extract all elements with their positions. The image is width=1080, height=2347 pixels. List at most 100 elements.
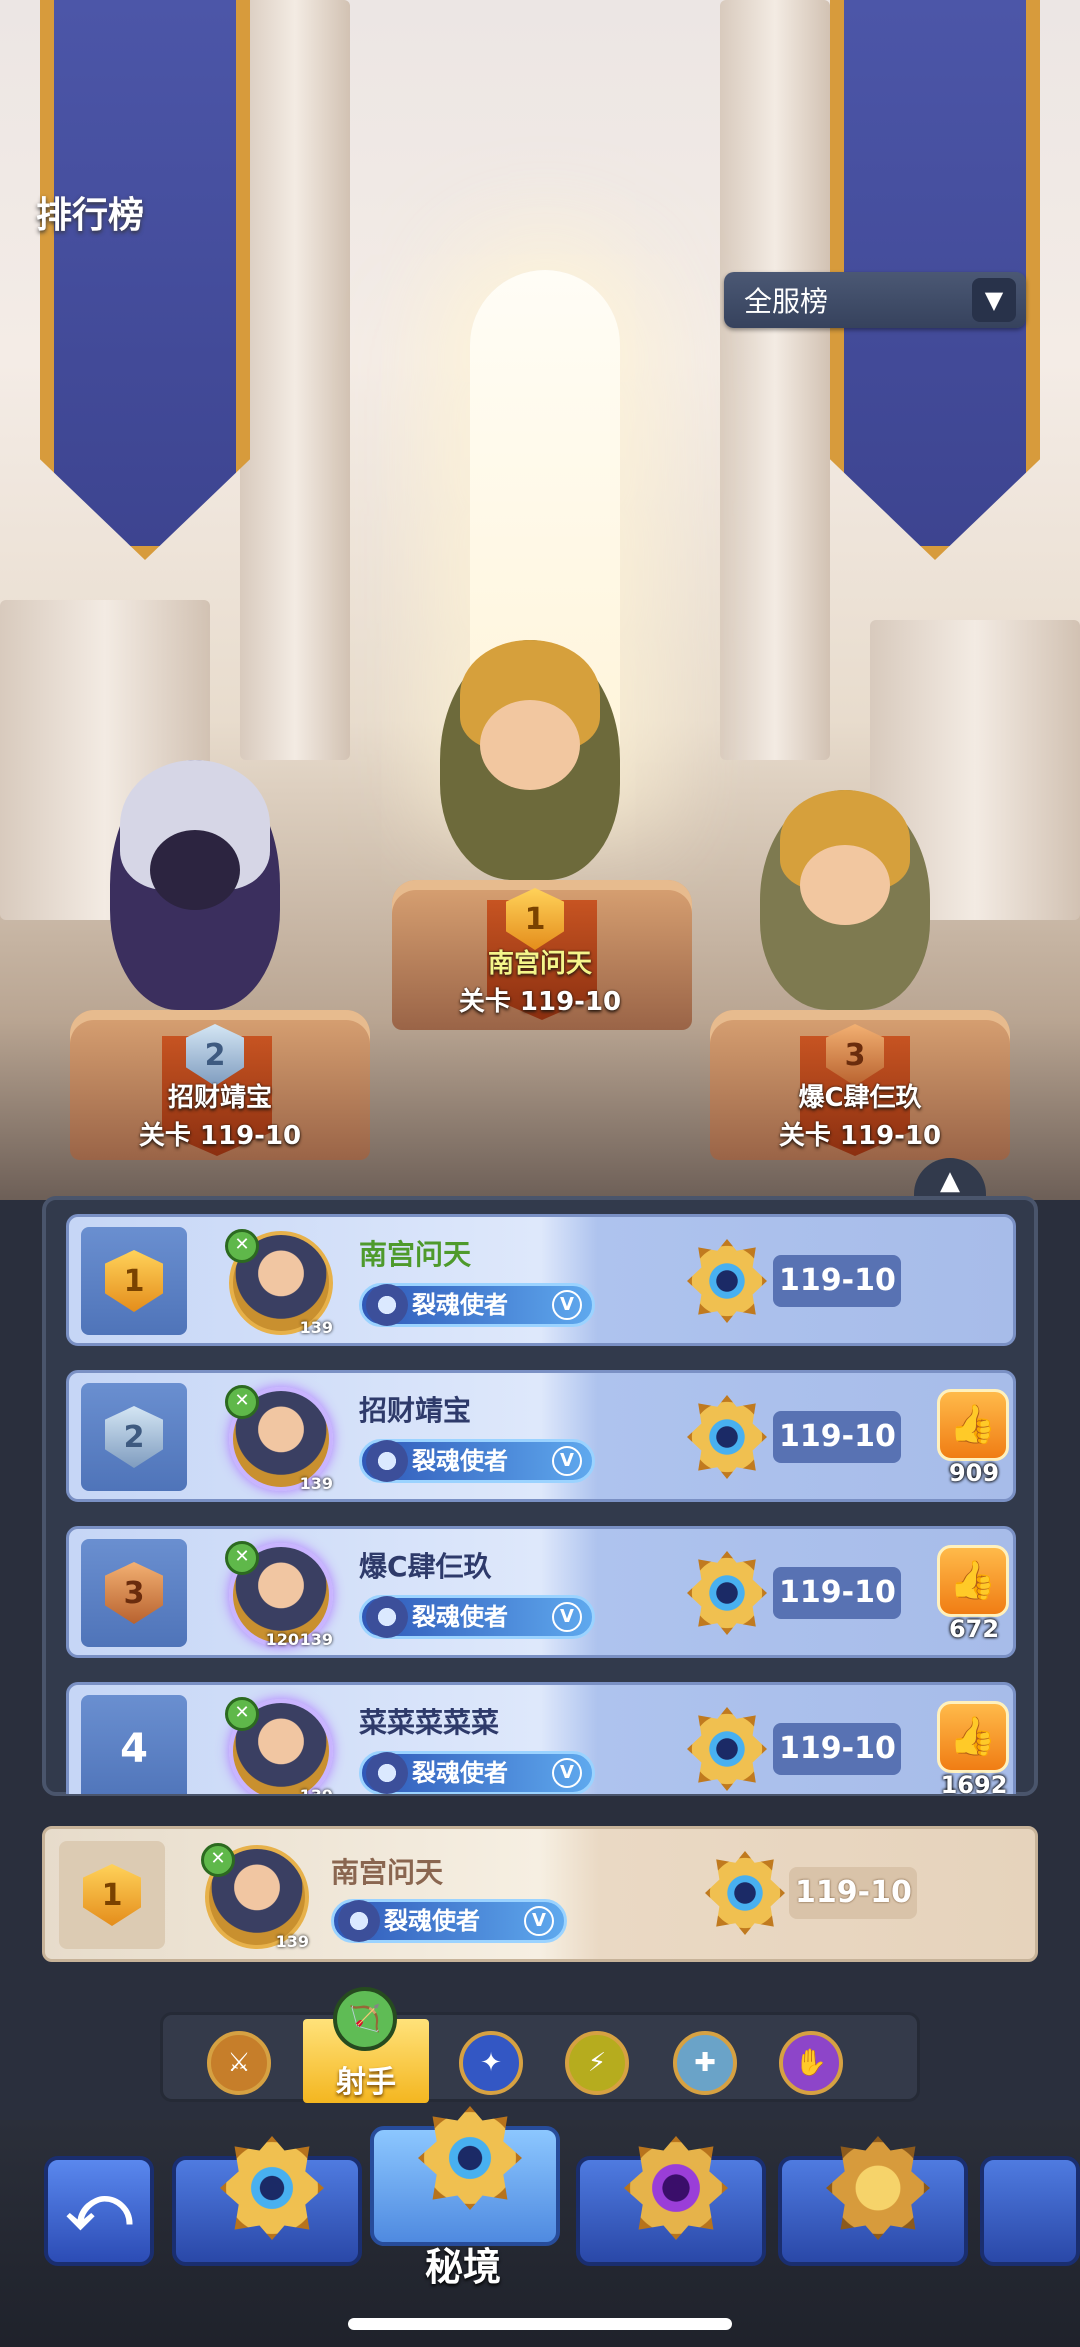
banner-left <box>40 0 250 560</box>
ranking-row[interactable]: 4 ✕ 139 菜菜菜菜菜 裂魂使者V 119-10 👍 1692 <box>66 1682 1016 1794</box>
rank-cell: 2 <box>81 1383 187 1491</box>
wing-emblem-icon <box>366 1284 408 1326</box>
player-level: 139 <box>299 1318 333 1337</box>
player-title-badge: 裂魂使者 V <box>359 1283 595 1327</box>
home-indicator[interactable] <box>348 2318 732 2330</box>
rank-number: 4 <box>120 1726 148 1772</box>
stage-emblem-icon <box>687 1395 767 1479</box>
page-title: 排行榜 <box>36 195 145 236</box>
player-title-badge: 裂魂使者 V <box>359 1595 595 1639</box>
player-name: 南宫问天 <box>331 1856 444 1889</box>
podium-first-name: 南宫问天 <box>487 949 592 979</box>
like-count: 1692 <box>940 1771 1008 1794</box>
avatar[interactable]: ✕ 139 <box>225 1229 333 1337</box>
stage-emblem-icon <box>705 1851 785 1935</box>
tier-badge: V <box>552 1446 582 1476</box>
player-title-badge: 裂魂使者 V <box>359 1439 595 1483</box>
stage-progress: 119-10 <box>789 1867 917 1919</box>
rank-3-medal: 3 <box>105 1562 163 1624</box>
player-level: 139 <box>299 1630 333 1649</box>
class-selected-label: 射手 <box>336 2065 396 2100</box>
server-scope-label: 全服榜 <box>744 285 829 318</box>
player-level: 139 <box>299 1474 333 1493</box>
ranking-row[interactable]: 2 ✕ 139 招财靖宝 裂魂使者 V 119-10 👍 909 <box>66 1370 1016 1502</box>
nav-more-tab[interactable] <box>980 2156 1080 2266</box>
stage-progress: 119-10 <box>773 1567 901 1619</box>
podium-third-name: 爆C肆仨玖 <box>798 1083 922 1113</box>
thumbs-up-icon[interactable]: 👍 <box>937 1701 1009 1773</box>
nav-secret-realm-tab[interactable] <box>370 2106 560 2246</box>
podium-third-stage: 关卡 119-10 <box>778 1121 942 1151</box>
jade-badge-icon: ✕ <box>225 1697 259 1731</box>
archer-icon[interactable]: 🏹 <box>333 1987 397 2051</box>
bottom-nav <box>0 2106 1080 2347</box>
nav-active-label: 秘境 <box>424 2245 501 2289</box>
ranking-row[interactable]: 3 ✕ 120 139 爆C肆仨玖 裂魂使者 V 119-10 👍 672 <box>66 1526 1016 1658</box>
summoner-icon[interactable]: ✋ <box>779 2031 843 2095</box>
stage-progress: 119-10 <box>773 1411 901 1463</box>
player-name: 南宫问天 <box>359 1238 472 1271</box>
nav-stage-tab[interactable] <box>172 2136 362 2266</box>
tier-badge: V <box>552 1758 582 1788</box>
like-count: 672 <box>948 1615 1000 1643</box>
wing-emblem-icon <box>366 1752 408 1794</box>
jade-badge-icon: ✕ <box>225 1385 259 1419</box>
thumbs-up-icon[interactable]: 👍 <box>937 1545 1009 1617</box>
hero-third-avatar[interactable] <box>760 790 930 1010</box>
server-scope-dropdown[interactable]: 全服榜 ▼ <box>724 272 1026 328</box>
mage-icon[interactable]: ✦ <box>459 2031 523 2095</box>
player-name: 菜菜菜菜菜 <box>359 1706 500 1739</box>
tier-badge: V <box>552 1602 582 1632</box>
my-ranking-row[interactable]: 1 ✕ 139 南宫问天 裂魂使者 V 119-10 <box>42 1826 1038 1962</box>
rank-cell: 1 <box>81 1227 187 1335</box>
jade-badge-icon: ✕ <box>225 1229 259 1263</box>
nav-tower-tab[interactable] <box>576 2136 766 2266</box>
avatar[interactable]: ✕ 139 <box>201 1843 309 1951</box>
player-title-badge: 裂魂使者 V <box>359 1751 595 1794</box>
rank-1-medal: 1 <box>105 1250 163 1312</box>
player-name: 爆C肆仨玖 <box>359 1550 492 1583</box>
wing-emblem-icon <box>338 1900 380 1942</box>
jade-badge-icon: ✕ <box>225 1541 259 1575</box>
player-name: 招财靖宝 <box>359 1394 472 1427</box>
like-count: 909 <box>948 1459 1000 1487</box>
crown-icon <box>826 2136 930 2240</box>
companion-level: 120 <box>265 1630 299 1649</box>
nav-crown-tab[interactable] <box>778 2136 968 2266</box>
avatar[interactable]: ✕ 139 <box>225 1385 333 1493</box>
stage-progress: 119-10 <box>773 1255 901 1307</box>
secret-realm-icon <box>418 2106 522 2210</box>
pillar <box>240 0 350 760</box>
tier-badge: V <box>552 1290 582 1320</box>
stage-emblem-icon <box>687 1239 767 1323</box>
podium-second-name: 招财靖宝 <box>167 1083 272 1113</box>
rank-cell: 3 <box>81 1539 187 1647</box>
back-arrow-icon[interactable]: ⤺ <box>44 2156 154 2266</box>
assassin-icon[interactable]: ⚡ <box>565 2031 629 2095</box>
thumbs-up-icon[interactable]: 👍 <box>937 1389 1009 1461</box>
jade-badge-icon: ✕ <box>201 1843 235 1877</box>
stage-emblem-icon <box>220 2136 324 2240</box>
avatar[interactable]: ✕ 120 139 <box>225 1541 333 1649</box>
player-level: 139 <box>275 1932 309 1951</box>
warrior-icon[interactable]: ⚔ <box>207 2031 271 2095</box>
ranking-row[interactable]: 1 ✕ 139 南宫问天 裂魂使者 V 119-10 <box>66 1214 1016 1346</box>
wing-emblem-icon <box>366 1596 408 1638</box>
priest-icon[interactable]: ✚ <box>673 2031 737 2095</box>
chevron-down-icon[interactable]: ▼ <box>972 278 1016 322</box>
arena-background: 1 2 3 南宫问天 关卡 119-10 招财靖宝 关卡 119-10 爆C肆仨… <box>0 0 1080 1200</box>
player-level: 139 <box>300 1786 333 1794</box>
wing-emblem-icon <box>366 1440 408 1482</box>
pillar <box>720 0 830 760</box>
podium-first-stage: 关卡 119-10 <box>458 987 622 1017</box>
class-filter-bar: ⚔ 🏹 射手 ✦ ⚡ ✚ ✋ <box>160 1987 920 2103</box>
rank-cell: 4 <box>81 1695 187 1794</box>
tier-badge: V <box>524 1906 554 1936</box>
hero-second-avatar[interactable] <box>110 760 280 1010</box>
player-title-badge: 裂魂使者 V <box>331 1899 567 1943</box>
ranking-list-panel[interactable]: 1 ✕ 139 南宫问天 裂魂使者 V 119-10 2 ✕ 139 招财靖宝 裂魂使… <box>42 1196 1038 1796</box>
stage-emblem-icon <box>687 1707 767 1791</box>
podium-second-stage: 关卡 119-10 <box>138 1121 302 1151</box>
hero-first-avatar[interactable] <box>440 640 620 880</box>
avatar[interactable]: ✕ 139 <box>225 1697 333 1794</box>
